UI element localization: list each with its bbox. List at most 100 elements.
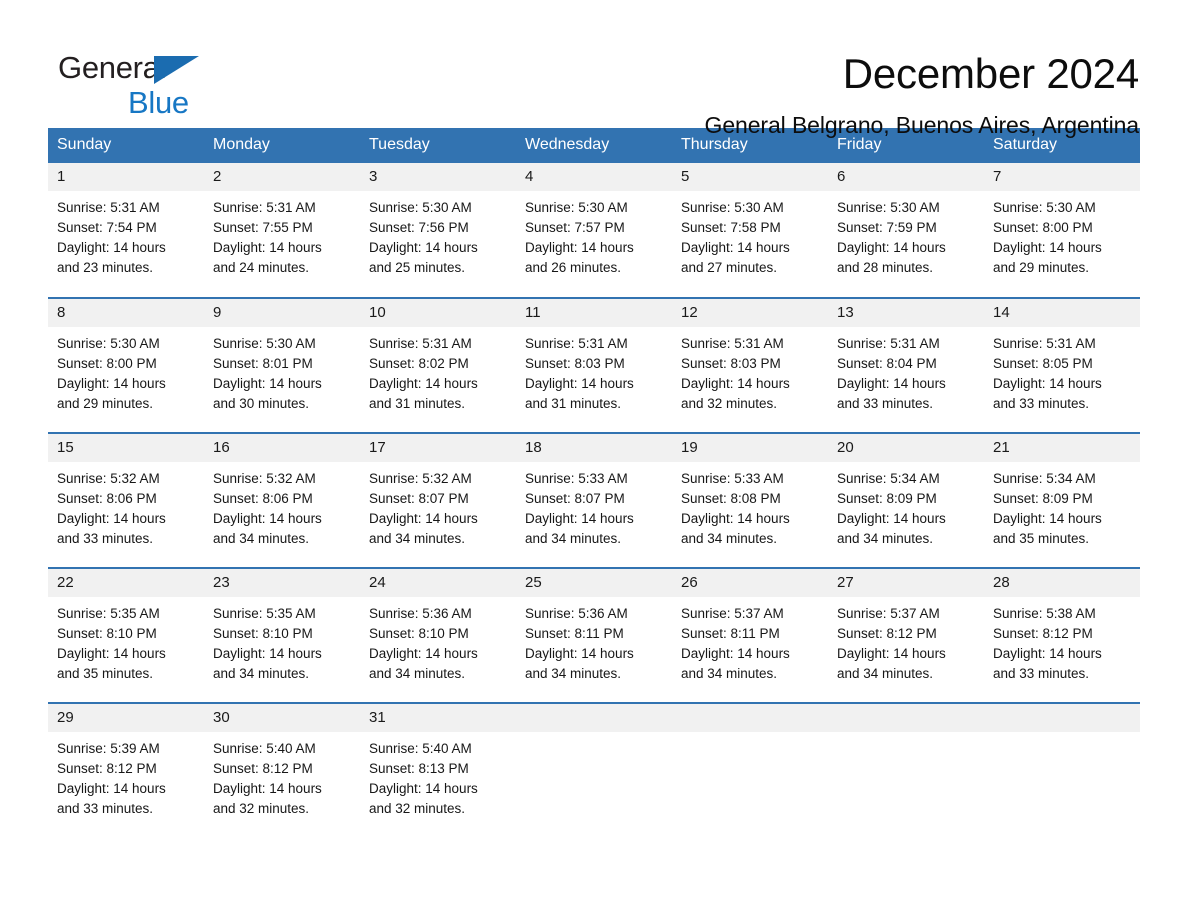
daylight-text-line2: and 26 minutes. bbox=[525, 260, 622, 275]
day-info: Sunrise: 5:32 AM Sunset: 8:06 PM Dayligh… bbox=[204, 462, 360, 549]
day-info: Sunrise: 5:30 AM Sunset: 8:00 PM Dayligh… bbox=[48, 327, 204, 414]
sunset-text: Sunset: 7:55 PM bbox=[213, 220, 313, 235]
day-cell[interactable]: 21 Sunrise: 5:34 AM Sunset: 8:09 PM Dayl… bbox=[984, 432, 1140, 568]
daylight-text-line1: Daylight: 14 hours bbox=[213, 646, 322, 661]
day-cell[interactable]: 17 Sunrise: 5:32 AM Sunset: 8:07 PM Dayl… bbox=[360, 432, 516, 568]
day-cell[interactable]: 30 Sunrise: 5:40 AM Sunset: 8:12 PM Dayl… bbox=[204, 702, 360, 838]
day-cell[interactable]: 19 Sunrise: 5:33 AM Sunset: 8:08 PM Dayl… bbox=[672, 432, 828, 568]
sunrise-text: Sunrise: 5:35 AM bbox=[213, 606, 316, 621]
day-number: 19 bbox=[672, 434, 828, 462]
day-number bbox=[828, 704, 984, 732]
day-cell[interactable]: 4 Sunrise: 5:30 AM Sunset: 7:57 PM Dayli… bbox=[516, 163, 672, 298]
day-cell[interactable]: 16 Sunrise: 5:32 AM Sunset: 8:06 PM Dayl… bbox=[204, 432, 360, 568]
daylight-text-line1: Daylight: 14 hours bbox=[213, 240, 322, 255]
day-cell[interactable]: 23 Sunrise: 5:35 AM Sunset: 8:10 PM Dayl… bbox=[204, 567, 360, 703]
day-cell[interactable]: 29 Sunrise: 5:39 AM Sunset: 8:12 PM Dayl… bbox=[48, 702, 204, 838]
day-cell[interactable]: 24 Sunrise: 5:36 AM Sunset: 8:10 PM Dayl… bbox=[360, 567, 516, 703]
daylight-text-line1: Daylight: 14 hours bbox=[369, 240, 478, 255]
daylight-text-line2: and 30 minutes. bbox=[213, 396, 310, 411]
logo-general-label: General bbox=[58, 50, 167, 85]
day-cell[interactable]: 6 Sunrise: 5:30 AM Sunset: 7:59 PM Dayli… bbox=[828, 163, 984, 298]
day-cell[interactable]: 14 Sunrise: 5:31 AM Sunset: 8:05 PM Dayl… bbox=[984, 297, 1140, 433]
day-cell[interactable]: 22 Sunrise: 5:35 AM Sunset: 8:10 PM Dayl… bbox=[48, 567, 204, 703]
sunset-text: Sunset: 8:11 PM bbox=[525, 626, 624, 641]
day-cell[interactable]: 28 Sunrise: 5:38 AM Sunset: 8:12 PM Dayl… bbox=[984, 567, 1140, 703]
daylight-text-line1: Daylight: 14 hours bbox=[57, 511, 166, 526]
daylight-text-line1: Daylight: 14 hours bbox=[837, 240, 946, 255]
daylight-text-line1: Daylight: 14 hours bbox=[993, 376, 1102, 391]
daylight-text-line1: Daylight: 14 hours bbox=[369, 511, 478, 526]
day-cell[interactable]: 15 Sunrise: 5:32 AM Sunset: 8:06 PM Dayl… bbox=[48, 432, 204, 568]
day-cell[interactable]: 8 Sunrise: 5:30 AM Sunset: 8:00 PM Dayli… bbox=[48, 297, 204, 433]
day-info: Sunrise: 5:37 AM Sunset: 8:11 PM Dayligh… bbox=[672, 597, 828, 684]
day-info: Sunrise: 5:30 AM Sunset: 7:59 PM Dayligh… bbox=[828, 191, 984, 278]
daylight-text-line1: Daylight: 14 hours bbox=[369, 646, 478, 661]
day-number: 8 bbox=[48, 299, 204, 327]
day-cell[interactable]: 25 Sunrise: 5:36 AM Sunset: 8:11 PM Dayl… bbox=[516, 567, 672, 703]
calendar-week-row: 29 Sunrise: 5:39 AM Sunset: 8:12 PM Dayl… bbox=[48, 702, 1140, 838]
day-cell[interactable]: 2 Sunrise: 5:31 AM Sunset: 7:55 PM Dayli… bbox=[204, 163, 360, 298]
sunset-text: Sunset: 7:58 PM bbox=[681, 220, 781, 235]
daylight-text-line1: Daylight: 14 hours bbox=[369, 781, 478, 796]
sunrise-text: Sunrise: 5:31 AM bbox=[993, 336, 1096, 351]
sunset-text: Sunset: 8:08 PM bbox=[681, 491, 781, 506]
day-cell[interactable]: 12 Sunrise: 5:31 AM Sunset: 8:03 PM Dayl… bbox=[672, 297, 828, 433]
day-info: Sunrise: 5:35 AM Sunset: 8:10 PM Dayligh… bbox=[48, 597, 204, 684]
daylight-text-line1: Daylight: 14 hours bbox=[681, 240, 790, 255]
day-number: 2 bbox=[204, 163, 360, 191]
daylight-text-line2: and 32 minutes. bbox=[681, 396, 778, 411]
sunrise-text: Sunrise: 5:32 AM bbox=[213, 471, 316, 486]
sunrise-text: Sunrise: 5:34 AM bbox=[837, 471, 940, 486]
sunrise-text: Sunrise: 5:30 AM bbox=[837, 200, 940, 215]
daylight-text-line2: and 31 minutes. bbox=[525, 396, 622, 411]
sunset-text: Sunset: 8:09 PM bbox=[837, 491, 937, 506]
day-info: Sunrise: 5:30 AM Sunset: 8:01 PM Dayligh… bbox=[204, 327, 360, 414]
day-number: 9 bbox=[204, 299, 360, 327]
day-info: Sunrise: 5:39 AM Sunset: 8:12 PM Dayligh… bbox=[48, 732, 204, 819]
sunset-text: Sunset: 8:00 PM bbox=[57, 356, 157, 371]
sunset-text: Sunset: 8:00 PM bbox=[993, 220, 1093, 235]
sunset-text: Sunset: 8:12 PM bbox=[57, 761, 157, 776]
day-number: 15 bbox=[48, 434, 204, 462]
sunrise-text: Sunrise: 5:30 AM bbox=[525, 200, 628, 215]
day-cell[interactable]: 7 Sunrise: 5:30 AM Sunset: 8:00 PM Dayli… bbox=[984, 163, 1140, 298]
day-cell[interactable]: 18 Sunrise: 5:33 AM Sunset: 8:07 PM Dayl… bbox=[516, 432, 672, 568]
day-cell[interactable]: 10 Sunrise: 5:31 AM Sunset: 8:02 PM Dayl… bbox=[360, 297, 516, 433]
day-cell[interactable]: 27 Sunrise: 5:37 AM Sunset: 8:12 PM Dayl… bbox=[828, 567, 984, 703]
calendar-week-row: 1 Sunrise: 5:31 AM Sunset: 7:54 PM Dayli… bbox=[48, 163, 1140, 298]
daylight-text-line1: Daylight: 14 hours bbox=[681, 376, 790, 391]
day-cell[interactable]: 5 Sunrise: 5:30 AM Sunset: 7:58 PM Dayli… bbox=[672, 163, 828, 298]
day-cell[interactable]: 11 Sunrise: 5:31 AM Sunset: 8:03 PM Dayl… bbox=[516, 297, 672, 433]
sunset-text: Sunset: 8:11 PM bbox=[681, 626, 780, 641]
sunset-text: Sunset: 8:12 PM bbox=[213, 761, 313, 776]
sunrise-text: Sunrise: 5:31 AM bbox=[681, 336, 784, 351]
sunrise-text: Sunrise: 5:31 AM bbox=[837, 336, 940, 351]
day-cell[interactable]: 3 Sunrise: 5:30 AM Sunset: 7:56 PM Dayli… bbox=[360, 163, 516, 298]
day-cell[interactable]: 1 Sunrise: 5:31 AM Sunset: 7:54 PM Dayli… bbox=[48, 163, 204, 298]
day-number: 31 bbox=[360, 704, 516, 732]
day-number: 3 bbox=[360, 163, 516, 191]
calendar-week-row: 8 Sunrise: 5:30 AM Sunset: 8:00 PM Dayli… bbox=[48, 297, 1140, 433]
day-cell[interactable]: 31 Sunrise: 5:40 AM Sunset: 8:13 PM Dayl… bbox=[360, 702, 516, 838]
daylight-text-line2: and 33 minutes. bbox=[57, 801, 154, 816]
sunset-text: Sunset: 8:05 PM bbox=[993, 356, 1093, 371]
day-cell[interactable]: 9 Sunrise: 5:30 AM Sunset: 8:01 PM Dayli… bbox=[204, 297, 360, 433]
day-cell[interactable]: 13 Sunrise: 5:31 AM Sunset: 8:04 PM Dayl… bbox=[828, 297, 984, 433]
sunrise-text: Sunrise: 5:30 AM bbox=[213, 336, 316, 351]
day-number: 20 bbox=[828, 434, 984, 462]
daylight-text-line2: and 34 minutes. bbox=[213, 666, 310, 681]
daylight-text-line1: Daylight: 14 hours bbox=[213, 781, 322, 796]
day-number: 7 bbox=[984, 163, 1140, 191]
calendar-week-row: 22 Sunrise: 5:35 AM Sunset: 8:10 PM Dayl… bbox=[48, 567, 1140, 703]
sunrise-text: Sunrise: 5:36 AM bbox=[369, 606, 472, 621]
sunset-text: Sunset: 8:07 PM bbox=[525, 491, 625, 506]
daylight-text-line1: Daylight: 14 hours bbox=[369, 376, 478, 391]
calendar-page: General Blue December 2024 General Belgr… bbox=[0, 0, 1188, 918]
day-cell[interactable]: 26 Sunrise: 5:37 AM Sunset: 8:11 PM Dayl… bbox=[672, 567, 828, 703]
day-cell[interactable]: 20 Sunrise: 5:34 AM Sunset: 8:09 PM Dayl… bbox=[828, 432, 984, 568]
daylight-text-line2: and 34 minutes. bbox=[369, 666, 466, 681]
sunrise-text: Sunrise: 5:30 AM bbox=[993, 200, 1096, 215]
day-info: Sunrise: 5:31 AM Sunset: 7:54 PM Dayligh… bbox=[48, 191, 204, 278]
logo-blue-label: Blue bbox=[128, 85, 189, 120]
sunrise-text: Sunrise: 5:33 AM bbox=[681, 471, 784, 486]
